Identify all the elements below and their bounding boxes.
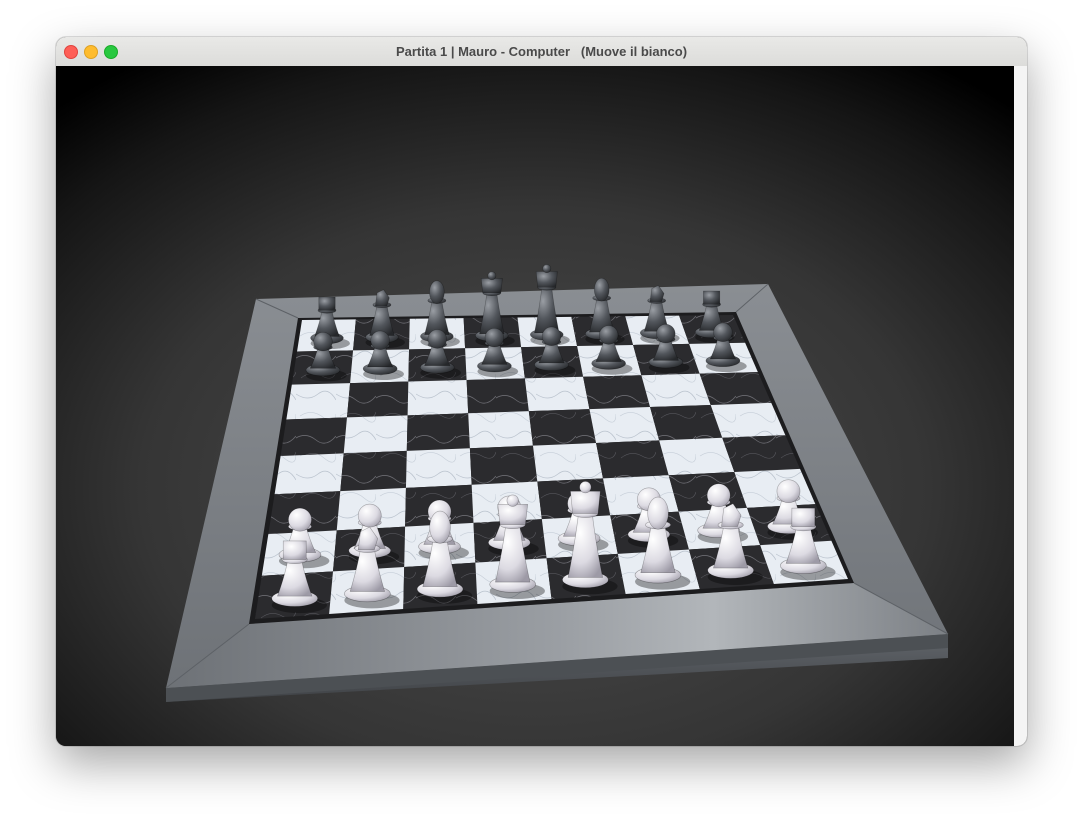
board-square[interactable] (405, 448, 472, 488)
board-square[interactable] (583, 375, 651, 410)
board-square[interactable] (466, 378, 529, 414)
board-square[interactable] (468, 411, 533, 449)
chess-3d-viewport[interactable] (56, 66, 1014, 746)
board-square[interactable] (469, 445, 538, 485)
board-square[interactable] (659, 437, 735, 476)
game-window: Partita 1 | Mauro - Computer (Muove il b… (56, 37, 1027, 746)
board-square[interactable] (524, 376, 590, 412)
board-square[interactable] (286, 383, 351, 420)
board-square[interactable] (406, 413, 470, 451)
window-title: Partita 1 | Mauro - Computer (Muove il b… (395, 44, 688, 59)
board-square[interactable] (641, 373, 711, 408)
board-square[interactable] (596, 440, 669, 479)
board-square[interactable] (528, 409, 597, 446)
board-square[interactable] (280, 417, 347, 457)
board-square[interactable] (340, 450, 407, 492)
board-square[interactable] (274, 453, 344, 495)
board-square[interactable] (532, 442, 603, 482)
board-square[interactable] (407, 379, 469, 416)
board-square[interactable] (589, 407, 660, 443)
board-square[interactable] (346, 381, 409, 418)
title-bar[interactable]: Partita 1 | Mauro - Computer (Muove il b… (56, 37, 1027, 67)
window-right-edge (1014, 66, 1027, 746)
board-square[interactable] (343, 415, 408, 454)
board-square[interactable] (650, 404, 723, 441)
